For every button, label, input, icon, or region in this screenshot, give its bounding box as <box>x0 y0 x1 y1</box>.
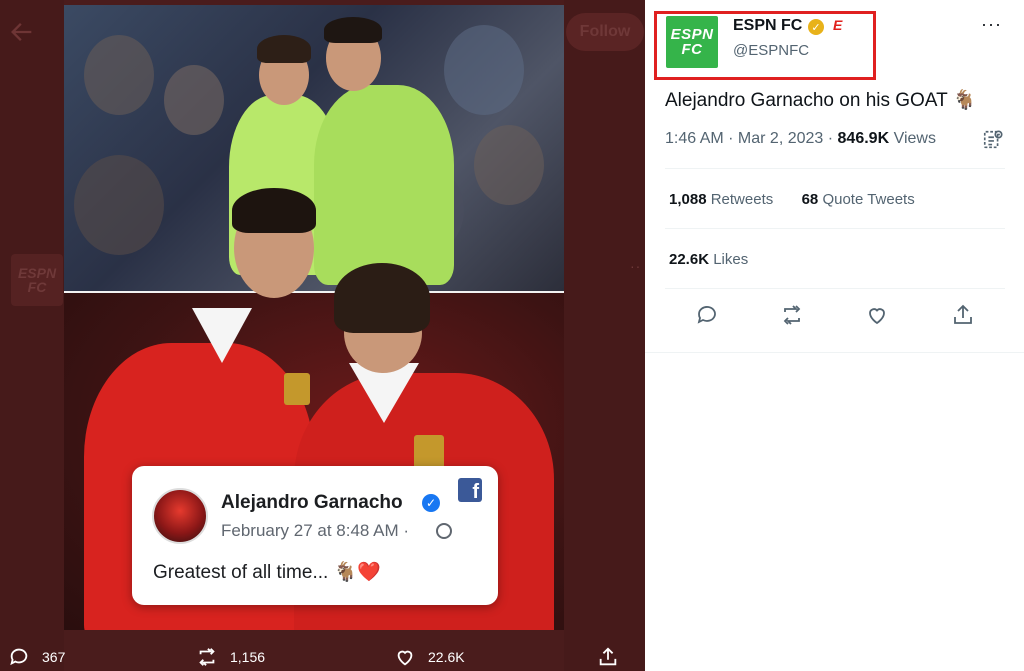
likes-count: 22.6K <box>669 251 710 268</box>
retweet-icon[interactable] <box>780 303 804 327</box>
tweet-action-bar <box>665 300 1005 330</box>
facebook-post-date: February 27 at 8:48 AM · <box>221 521 410 540</box>
viewer-retweet-count: 1,156 <box>230 649 266 665</box>
globe-icon <box>436 523 452 539</box>
likes-link[interactable]: 22.6K Likes <box>669 251 748 268</box>
retweets-link[interactable]: 1,088 Retweets <box>669 191 773 208</box>
viewer-action-bar: 367 1,156 22.6K <box>0 640 645 671</box>
views-label: Views <box>889 130 936 147</box>
reply-icon <box>10 648 28 666</box>
separator <box>665 168 1005 169</box>
retweets-label: Retweets <box>706 191 774 208</box>
viewer-reply-count: 367 <box>42 649 66 665</box>
viewer-reply-button[interactable]: 367 <box>8 646 65 668</box>
facebook-author-name: Alejandro Garnacho <box>221 492 403 513</box>
facebook-post-text: Greatest of all time... 🐐❤️ <box>153 562 381 583</box>
highlight-box <box>654 11 876 80</box>
retweet-icon <box>199 648 215 666</box>
retweet-stats: 1,088 Retweets 68 Quote Tweets <box>669 191 915 208</box>
tweet-text: Alejandro Garnacho on his GOAT 🐐 <box>665 90 977 111</box>
viewer-backdrop-left <box>0 0 64 671</box>
media-viewer: Follow ESPN FC ·· Alejandro Garnacho ✓ f… <box>0 0 645 671</box>
share-icon[interactable] <box>951 303 975 327</box>
tweet-timestamp[interactable]: 1:46 AM · Mar 2, 2023 · <box>665 130 838 147</box>
analytics-icon[interactable] <box>982 129 1004 151</box>
quote-tweets-count: 68 <box>801 191 819 208</box>
separator <box>665 288 1005 289</box>
facebook-post-card: Alejandro Garnacho ✓ f February 27 at 8:… <box>132 466 498 605</box>
facebook-logo-icon: f <box>458 478 482 502</box>
faded-more-icon: ·· <box>630 258 642 274</box>
reply-icon[interactable] <box>695 303 719 327</box>
retweets-count: 1,088 <box>669 191 707 208</box>
quote-tweets-link[interactable]: 68 Quote Tweets <box>802 191 915 208</box>
photo-top-half <box>64 5 564 291</box>
follow-button[interactable]: Follow <box>566 13 644 51</box>
viewer-backdrop-right <box>564 0 645 671</box>
separator <box>665 228 1005 229</box>
faded-avatar: ESPN FC <box>11 254 63 306</box>
viewer-like-count: 22.6K <box>428 649 465 665</box>
heart-icon[interactable] <box>865 303 889 327</box>
viewer-retweet-button[interactable]: 1,156 <box>196 646 265 668</box>
viewer-share-button[interactable] <box>597 646 631 668</box>
garnacho-avatar <box>152 488 208 544</box>
back-arrow-icon[interactable] <box>8 18 36 46</box>
likes-label: Likes <box>709 251 749 268</box>
quote-tweets-label: Quote Tweets <box>818 191 915 208</box>
facebook-verified-icon: ✓ <box>422 494 440 512</box>
more-options-icon[interactable]: ··· <box>981 14 1002 35</box>
tweet-photo[interactable]: Alejandro Garnacho ✓ f February 27 at 8:… <box>64 5 564 630</box>
tweet-detail-panel: ESPN FC ESPN FC ✓ E @ESPNFC ··· Alejandr… <box>645 0 1024 671</box>
viewer-like-button[interactable]: 22.6K <box>394 646 465 668</box>
tweet-meta: 1:46 AM · Mar 2, 2023 · 846.9K Views <box>665 130 936 148</box>
views-count: 846.9K <box>837 130 890 147</box>
share-icon <box>599 647 617 666</box>
panel-bottom-border <box>645 352 1024 353</box>
heart-icon <box>397 650 413 666</box>
